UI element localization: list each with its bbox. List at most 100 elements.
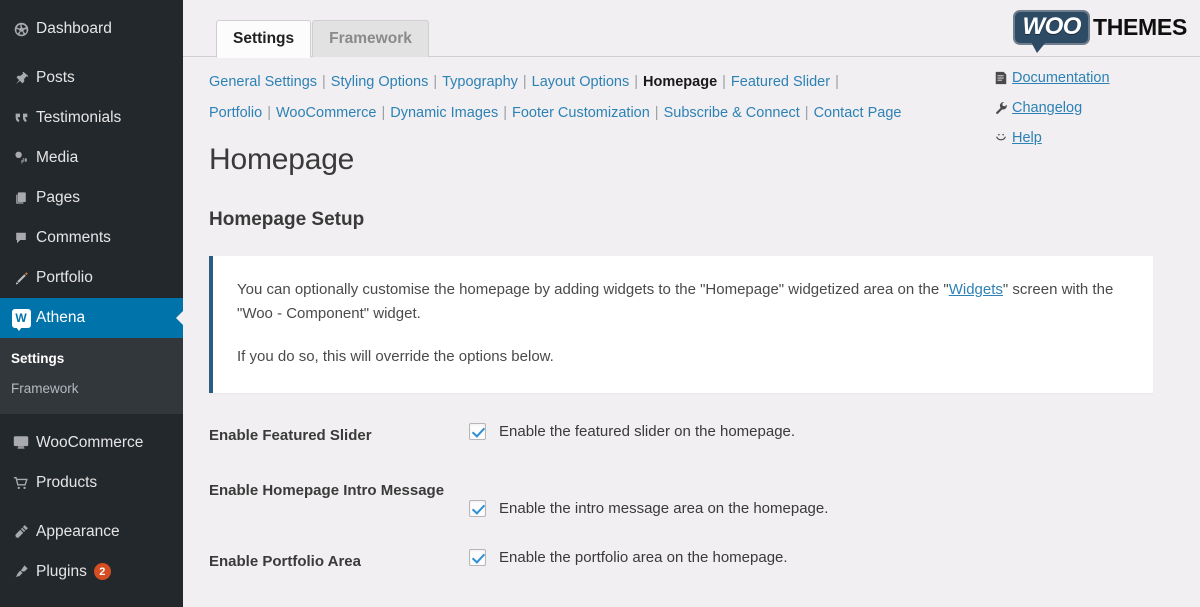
main-content: Settings Framework WOO THEMES General Se… — [183, 0, 1200, 607]
sidebar-item-pages[interactable]: Pages — [0, 178, 183, 218]
setting-description: Enable the featured slider on the homepa… — [499, 423, 795, 440]
utility-row-changelog: Changelog — [990, 93, 1180, 123]
enable-homepage-intro-checkbox[interactable] — [469, 500, 486, 517]
tab-bar: Settings Framework WOO THEMES — [183, 0, 1200, 57]
widgets-link[interactable]: Widgets — [949, 281, 1003, 298]
sidebar-item-posts[interactable]: Posts — [0, 58, 183, 98]
sidebar-item-label: Products — [36, 474, 97, 492]
sidebar-item-label: Plugins — [36, 563, 87, 581]
nav-link-typography[interactable]: Typography — [442, 74, 518, 90]
nav-link-homepage[interactable]: Homepage — [643, 74, 717, 90]
athena-submenu: Settings Framework — [0, 338, 183, 414]
pencil-icon — [6, 270, 36, 287]
document-icon — [990, 71, 1012, 85]
sidebar-item-label: Dashboard — [36, 20, 112, 38]
nav-separator: | — [376, 105, 390, 121]
nav-separator: | — [717, 74, 731, 90]
woo-bubble-icon: WOO — [1013, 10, 1090, 45]
sidebar-item-athena[interactable]: W Athena — [0, 298, 183, 338]
notice-text-part1: You can optionally customise the homepag… — [237, 281, 949, 298]
nav-link-featured-slider[interactable]: Featured Slider — [731, 74, 830, 90]
setting-field: Enable the portfolio area on the homepag… — [469, 549, 788, 566]
plug-icon — [6, 563, 36, 580]
cart-icon — [6, 475, 36, 491]
admin-sidebar: Dashboard Posts Testimonials Media Pages — [0, 0, 183, 607]
settings-rows: Enable Featured Slider Enable the featur… — [183, 393, 1200, 573]
tab-framework[interactable]: Framework — [312, 20, 429, 57]
wrench-icon — [990, 101, 1012, 115]
nav-separator: | — [629, 74, 643, 90]
setting-row-featured-slider: Enable Featured Slider Enable the featur… — [209, 423, 1200, 446]
tab-settings[interactable]: Settings — [216, 20, 311, 58]
sidebar-item-portfolio[interactable]: Portfolio — [0, 258, 183, 298]
dashboard-icon — [6, 21, 36, 38]
nav-link-footer-customization[interactable]: Footer Customization — [512, 105, 650, 121]
utility-row-help: Help — [990, 123, 1180, 153]
nav-link-subscribe-connect[interactable]: Subscribe & Connect — [664, 105, 800, 121]
sidebar-item-label: Comments — [36, 229, 111, 247]
enable-featured-slider-checkbox[interactable] — [469, 423, 486, 440]
woothemes-logo: WOO THEMES — [1013, 10, 1187, 45]
setting-description: Enable the intro message area on the hom… — [499, 500, 828, 517]
nav-link-dynamic-images[interactable]: Dynamic Images — [390, 105, 498, 121]
nav-link-styling-options[interactable]: Styling Options — [331, 74, 429, 90]
subnav-area: General Settings|Styling Options|Typogra… — [183, 57, 1200, 129]
sidebar-item-media[interactable]: Media — [0, 138, 183, 178]
sidebar-item-products[interactable]: Products — [0, 463, 183, 503]
sidebar-item-plugins[interactable]: Plugins 2 — [0, 552, 183, 592]
nav-separator: | — [518, 74, 532, 90]
utility-row-documentation: Documentation — [990, 63, 1180, 93]
pages-icon — [6, 190, 36, 206]
setting-label: Enable Portfolio Area — [209, 549, 469, 572]
media-icon — [6, 150, 36, 166]
w-letter: W — [12, 309, 31, 328]
nav-link-portfolio[interactable]: Portfolio — [209, 105, 262, 121]
submenu-item-label: Settings — [11, 351, 64, 366]
sidebar-item-label: Athena — [36, 309, 85, 327]
sidebar-item-testimonials[interactable]: Testimonials — [0, 98, 183, 138]
woo-logo-text: WOO — [1022, 13, 1081, 40]
woocommerce-icon — [6, 435, 36, 450]
nav-link-contact-page[interactable]: Contact Page — [814, 105, 902, 121]
sidebar-item-comments[interactable]: Comments — [0, 218, 183, 258]
sidebar-item-label: Media — [36, 149, 78, 167]
submenu-item-label: Framework — [11, 381, 79, 396]
nav-separator: | — [317, 74, 331, 90]
notice-paragraph-1: You can optionally customise the homepag… — [237, 278, 1129, 327]
setting-description: Enable the portfolio area on the homepag… — [499, 549, 788, 566]
sidebar-item-label: Portfolio — [36, 269, 93, 287]
woothemes-suffix: THEMES — [1093, 14, 1187, 41]
nav-link-general-settings[interactable]: General Settings — [209, 74, 317, 90]
homepage-setup-notice: You can optionally customise the homepag… — [209, 256, 1153, 393]
setting-field: Enable the featured slider on the homepa… — [469, 423, 795, 440]
sidebar-item-label: Testimonials — [36, 109, 121, 127]
sidebar-item-label: Appearance — [36, 523, 120, 541]
submenu-item-settings[interactable]: Settings — [0, 344, 183, 374]
sidebar-item-label: Pages — [36, 189, 80, 207]
nav-link-woocommerce[interactable]: WooCommerce — [276, 105, 376, 121]
sidebar-item-label: WooCommerce — [36, 434, 143, 452]
enable-portfolio-area-checkbox[interactable] — [469, 549, 486, 566]
nav-separator: | — [262, 105, 276, 121]
utility-links: Documentation Changelog Help — [990, 63, 1180, 153]
admin-screen: Dashboard Posts Testimonials Media Pages — [0, 0, 1200, 607]
setting-field: Enable the intro message area on the hom… — [469, 478, 828, 517]
sidebar-item-label: Posts — [36, 69, 75, 87]
nav-separator: | — [498, 105, 512, 121]
sidebar-item-appearance[interactable]: Appearance — [0, 512, 183, 552]
nav-separator: | — [800, 105, 814, 121]
nav-link-layout-options[interactable]: Layout Options — [532, 74, 630, 90]
nav-separator: | — [650, 105, 664, 121]
setting-row-portfolio-area: Enable Portfolio Area Enable the portfol… — [209, 549, 1200, 572]
help-link[interactable]: Help — [1012, 130, 1042, 146]
sidebar-item-woocommerce[interactable]: WooCommerce — [0, 423, 183, 463]
documentation-link[interactable]: Documentation — [1012, 70, 1110, 86]
changelog-link[interactable]: Changelog — [1012, 100, 1082, 116]
comment-icon — [6, 230, 36, 246]
setting-label: Enable Homepage Intro Message — [209, 478, 469, 501]
submenu-item-framework[interactable]: Framework — [0, 374, 183, 404]
sidebar-item-dashboard[interactable]: Dashboard — [0, 9, 183, 49]
nav-separator: | — [428, 74, 442, 90]
notice-paragraph-2: If you do so, this will override the opt… — [237, 345, 1129, 369]
plugins-update-count: 2 — [94, 563, 111, 580]
